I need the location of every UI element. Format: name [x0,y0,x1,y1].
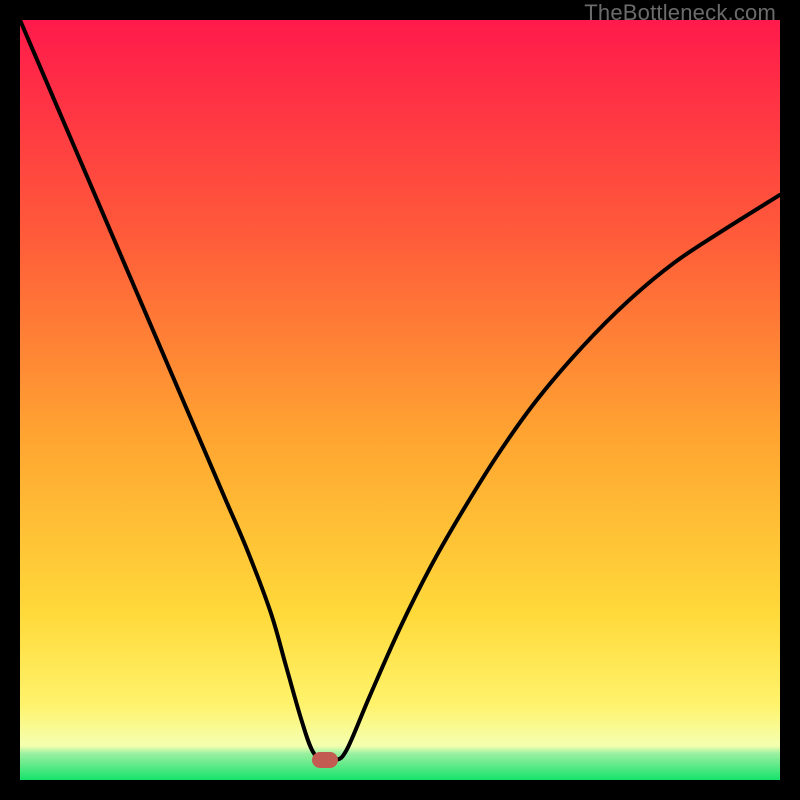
optimal-point-marker [312,752,338,768]
bottleneck-curve [20,20,780,780]
chart-stage: TheBottleneck.com [0,0,800,800]
plot-area [20,20,780,780]
